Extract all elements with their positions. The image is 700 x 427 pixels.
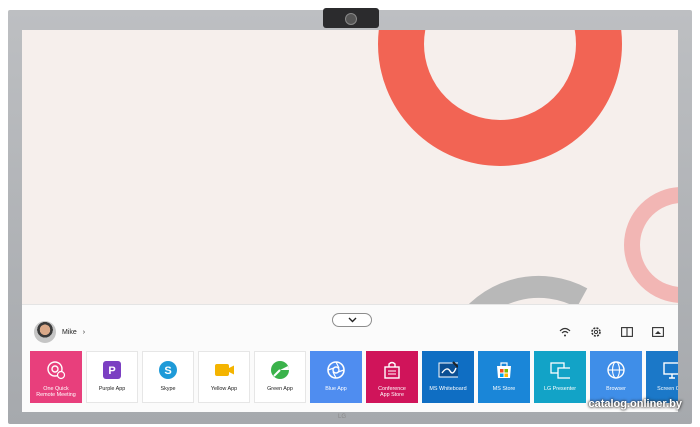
split-screen-icon[interactable] bbox=[620, 325, 633, 338]
app-tile-screen-cast[interactable]: Screen Cast bbox=[646, 351, 678, 403]
app-tile-ms-store[interactable]: MS Store bbox=[478, 351, 530, 403]
app-tile-label: Blue App bbox=[325, 386, 347, 392]
user-profile[interactable]: Mike › bbox=[34, 321, 85, 343]
app-tile-label: Conference App Store bbox=[378, 386, 406, 399]
app-tile-conference-app-store[interactable]: Conference App Store bbox=[366, 351, 418, 403]
home-screen: Mike › One Quick Remote Meeting P Purple A… bbox=[22, 30, 678, 412]
app-tile-label: MS Store bbox=[492, 386, 516, 392]
app-tile-ms-whiteboard[interactable]: MS Whiteboard bbox=[422, 351, 474, 403]
app-tile-purple-app[interactable]: P Purple App bbox=[86, 351, 138, 403]
app-tile-label: Yellow App bbox=[210, 386, 238, 392]
avatar bbox=[34, 321, 56, 343]
app-dock: Mike › One Quick Remote Meeting P Purple A… bbox=[22, 304, 678, 412]
coral-ring bbox=[378, 30, 622, 166]
camera-lens bbox=[345, 13, 357, 25]
presenter-icon bbox=[550, 360, 570, 380]
screen-share-icon[interactable] bbox=[651, 325, 664, 338]
app-tile-yellow-app[interactable]: Yellow App bbox=[198, 351, 250, 403]
settings-gear-icon[interactable] bbox=[589, 325, 602, 338]
pink-ring bbox=[624, 187, 678, 303]
chevron-down-icon bbox=[348, 317, 356, 323]
yellow-camera-icon bbox=[214, 360, 234, 380]
app-tile-label: One Quick Remote Meeting bbox=[36, 386, 76, 399]
brand-logo: LG bbox=[338, 414, 347, 420]
whiteboard-icon bbox=[438, 360, 458, 380]
user-name: Mike bbox=[62, 328, 77, 336]
app-tile-green-app[interactable]: Green App bbox=[254, 351, 306, 403]
store-bag-icon bbox=[382, 360, 402, 380]
wifi-icon[interactable] bbox=[558, 325, 571, 338]
watermark: catalog.onliner.by bbox=[588, 398, 682, 410]
app-tile-label: Green App bbox=[267, 386, 293, 392]
purple-app-icon: P bbox=[102, 360, 122, 380]
app-tile-label: LG Presenter bbox=[543, 386, 577, 392]
app-tiles: One Quick Remote Meeting P Purple App S Skyp… bbox=[30, 351, 678, 403]
globe-icon bbox=[606, 360, 626, 380]
app-tile-browser[interactable]: Browser bbox=[590, 351, 642, 403]
app-tile-one-quick-remote-meeting[interactable]: One Quick Remote Meeting bbox=[30, 351, 82, 403]
app-tile-label: Browser bbox=[606, 386, 626, 392]
app-tile-label: Screen Cast bbox=[657, 386, 678, 392]
svg-text:S: S bbox=[164, 365, 171, 377]
chevron-right-icon: › bbox=[82, 328, 86, 336]
app-tile-lg-presenter[interactable]: LG Presenter bbox=[534, 351, 586, 403]
app-tile-label: MS Whiteboard bbox=[429, 386, 467, 392]
svg-text:P: P bbox=[108, 365, 115, 377]
ms-store-icon bbox=[494, 360, 514, 380]
app-tile-blue-app[interactable]: Blue App bbox=[310, 351, 362, 403]
webcam bbox=[323, 8, 379, 28]
app-tile-label: Skype bbox=[160, 386, 176, 392]
green-app-icon bbox=[270, 360, 290, 380]
system-icons bbox=[558, 325, 664, 338]
meeting-icon bbox=[46, 360, 66, 380]
skype-icon: S bbox=[158, 360, 178, 380]
screen-cast-icon bbox=[662, 360, 678, 380]
app-tile-skype[interactable]: S Skype bbox=[142, 351, 194, 403]
app-tile-label: Purple App bbox=[98, 386, 126, 392]
aperture-icon bbox=[326, 360, 346, 380]
collapse-dock-button[interactable] bbox=[332, 313, 372, 327]
